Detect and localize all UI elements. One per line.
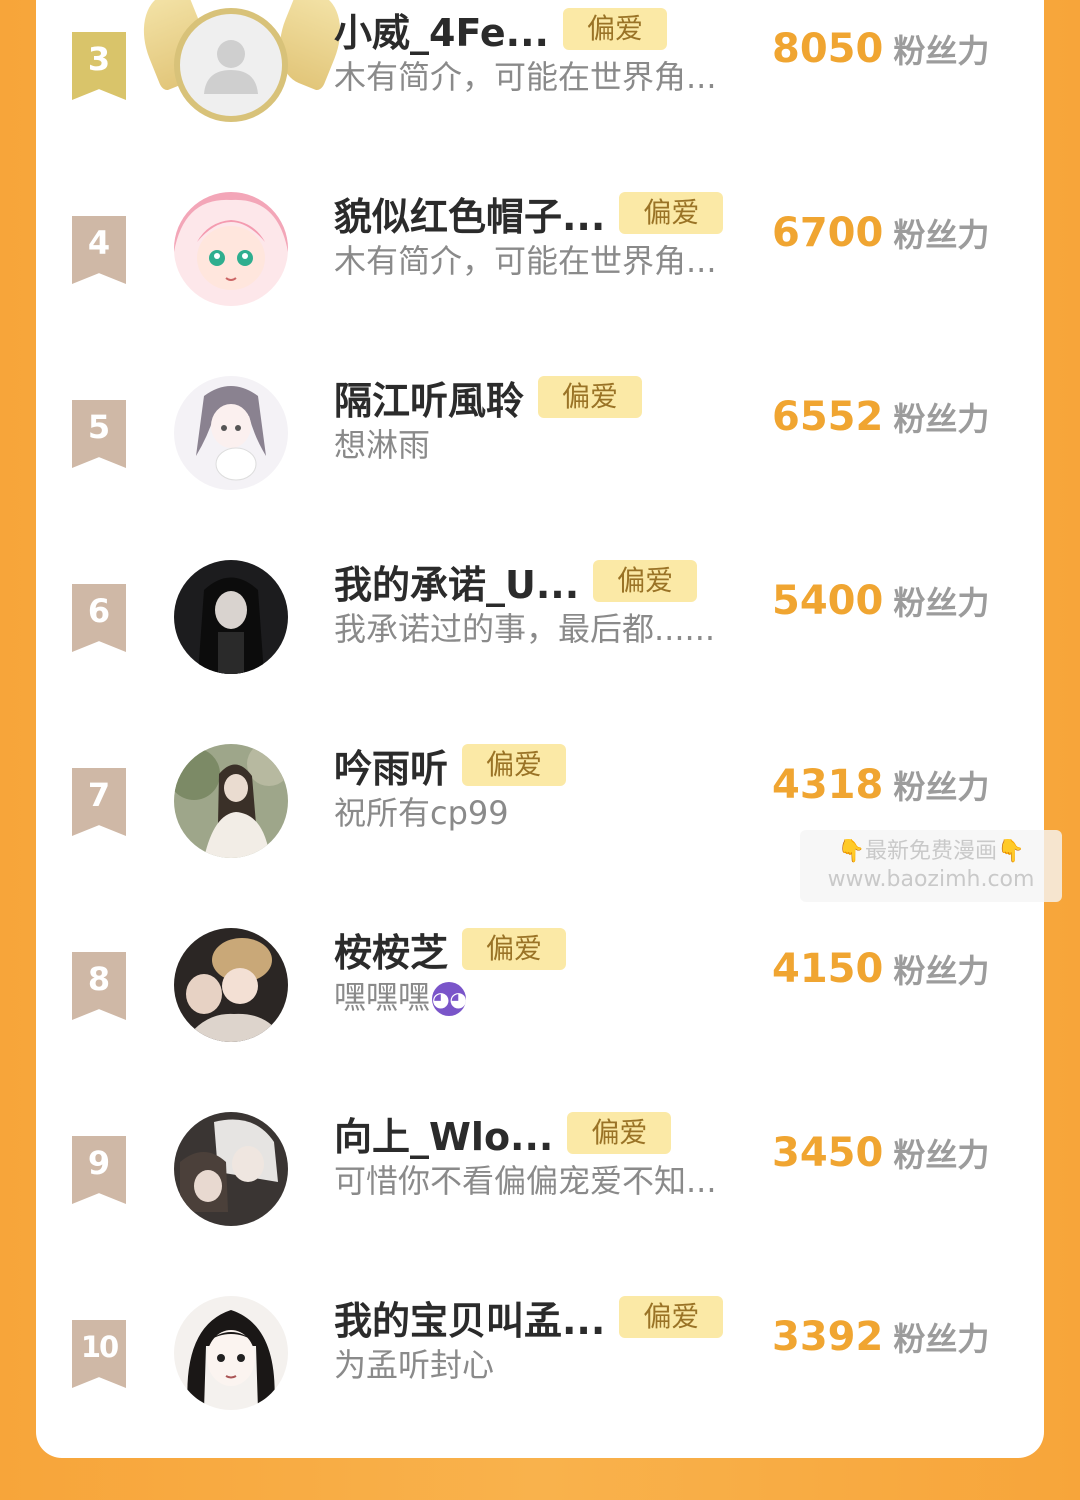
favorite-badge: 偏爱: [538, 376, 643, 418]
anime-girl-sketch-avatar[interactable]: [174, 376, 288, 490]
ranking-row[interactable]: 3 小威_4Fe... 偏爱 木有简介，可能在世界角... 8050 粉丝力: [36, 0, 1044, 184]
ranking-row[interactable]: 8 桉桉芝 偏爱 嘿嘿嘿 ◕◕ 4150 粉丝力: [36, 920, 1044, 1104]
fan-power-unit: 粉丝力: [893, 952, 990, 990]
fan-power: 6700 粉丝力: [772, 210, 989, 256]
rank-ribbon: 4: [72, 216, 126, 284]
watermark-line1: 最新免费漫画: [864, 839, 997, 864]
default-avatar-icon[interactable]: [174, 8, 288, 122]
fan-power: 3450 粉丝力: [772, 1130, 989, 1176]
fan-power-unit: 粉丝力: [893, 1320, 990, 1358]
fan-power-value: 3392: [772, 1314, 884, 1360]
favorite-badge: 偏爱: [619, 192, 724, 234]
favorite-badge: 偏爱: [462, 744, 567, 786]
pointing-hand-icon: 👇: [837, 839, 865, 864]
favorite-badge: 偏爱: [562, 8, 667, 50]
rank-ribbon: 5: [72, 400, 126, 468]
white-hair-couple-avatar[interactable]: [174, 1112, 288, 1226]
watermark-line2: www.baozimh.com: [827, 867, 1035, 892]
user-name[interactable]: 我的宝贝叫孟...: [334, 1290, 605, 1345]
ranking-row[interactable]: 5 隔江听風聆 偏爱 想淋雨 6552 粉丝力: [36, 368, 1044, 552]
user-bio: 为孟听封心: [334, 1346, 495, 1384]
favorite-badge: 偏爱: [593, 560, 698, 602]
pointing-hand-icon: 👇: [997, 839, 1025, 864]
fan-power-value: 6700: [772, 210, 884, 256]
user-bio: 想淋雨: [334, 426, 431, 464]
fan-power-unit: 粉丝力: [893, 584, 990, 622]
rank-ribbon: 7: [72, 768, 126, 836]
black-hair-anime-avatar[interactable]: [174, 1296, 288, 1410]
user-name[interactable]: 我的承诺_U...: [334, 554, 579, 609]
fan-power-value: 8050: [772, 26, 884, 72]
fan-power-value: 4318: [772, 762, 884, 808]
site-watermark: 👇最新免费漫画👇 www.baozimh.com: [800, 830, 1062, 902]
fan-power-value: 6552: [772, 394, 884, 440]
rank-ribbon: 8: [72, 952, 126, 1020]
user-name[interactable]: 桉桉芝: [334, 922, 448, 977]
user-name[interactable]: 吟雨听: [334, 738, 448, 793]
fan-power-unit: 粉丝力: [893, 216, 990, 254]
user-bio: 木有简介，可能在世界角...: [334, 58, 717, 96]
fan-power: 6552 粉丝力: [772, 394, 989, 440]
favorite-badge: 偏爱: [619, 1296, 724, 1338]
fan-power-unit: 粉丝力: [893, 768, 990, 806]
user-bio: 嘿嘿嘿 ◕◕: [334, 972, 467, 1018]
fan-ranking-card: 3 小威_4Fe... 偏爱 木有简介，可能在世界角... 8050 粉丝力 4: [36, 0, 1044, 1458]
fan-power: 3392 粉丝力: [772, 1314, 989, 1360]
fan-power: 5400 粉丝力: [772, 578, 989, 624]
user-name[interactable]: 隔江听風聆: [334, 370, 524, 425]
user-name[interactable]: 向上_Wlo...: [334, 1106, 553, 1161]
ranking-row[interactable]: 4 貌似红色帽子... 偏爱 木有简介，可能在世界角... 6700 粉丝力: [36, 184, 1044, 368]
rank-ribbon: 3: [72, 32, 126, 100]
pink-hair-anime-avatar[interactable]: [174, 192, 288, 306]
fan-power: 4150 粉丝力: [772, 946, 989, 992]
rank-ribbon: 6: [72, 584, 126, 652]
ranking-row[interactable]: 6 我的承诺_U... 偏爱 我承诺过的事，最后都...... 5400 粉丝力: [36, 552, 1044, 736]
user-bio: 木有简介，可能在世界角...: [334, 242, 717, 280]
user-name[interactable]: 小威_4Fe...: [334, 2, 549, 57]
fan-power-unit: 粉丝力: [893, 1136, 990, 1174]
dark-hair-girl-avatar[interactable]: [174, 560, 288, 674]
fan-power-value: 4150: [772, 946, 884, 992]
user-bio: 可惜你不看偏偏宠爱不知...: [334, 1162, 717, 1200]
ranking-row[interactable]: 10 我的宝贝叫孟... 偏爱 为孟听封心 3392 粉丝力: [36, 1288, 1044, 1472]
favorite-badge: 偏爱: [567, 1112, 672, 1154]
user-name[interactable]: 貌似红色帽子...: [334, 186, 605, 241]
rank-ribbon: 10: [72, 1320, 126, 1388]
bear-hat-couple-avatar[interactable]: [174, 928, 288, 1042]
user-bio: 我承诺过的事，最后都......: [334, 610, 716, 648]
forest-girl-avatar[interactable]: [174, 744, 288, 858]
fan-power: 8050 粉丝力: [772, 26, 989, 72]
fan-power-unit: 粉丝力: [893, 32, 990, 70]
fan-power-value: 5400: [772, 578, 884, 624]
user-bio: 祝所有cp99: [334, 794, 509, 832]
ranking-row[interactable]: 9 向上_Wlo... 偏爱 可惜你不看偏偏宠爱不知... 3450 粉丝力: [36, 1104, 1044, 1288]
user-bio-text: 嘿嘿嘿: [334, 978, 431, 1016]
fan-power-value: 3450: [772, 1130, 884, 1176]
devil-emoji-icon: ◕◕: [432, 982, 467, 1016]
fan-power: 4318 粉丝力: [772, 762, 989, 808]
rank-ribbon: 9: [72, 1136, 126, 1204]
fan-power-unit: 粉丝力: [893, 400, 990, 438]
favorite-badge: 偏爱: [462, 928, 567, 970]
